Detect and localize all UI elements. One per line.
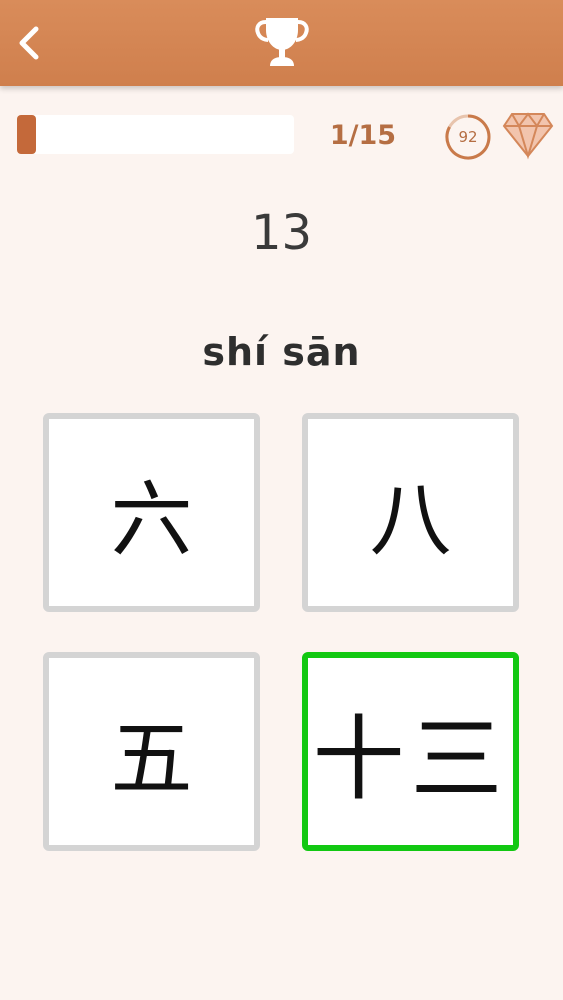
back-button[interactable] <box>8 18 48 68</box>
answer-option-label: 十三 <box>312 706 509 813</box>
progress-bar <box>17 115 294 154</box>
diamond-icon <box>502 112 554 160</box>
pinyin-prompt: shí sān <box>202 330 361 374</box>
answer-option-3[interactable]: 五 <box>43 652 260 851</box>
chevron-left-icon <box>19 26 39 60</box>
progress-fill <box>17 115 36 154</box>
answer-option-label: 五 <box>110 712 193 807</box>
answer-option-4[interactable]: 十三 <box>302 652 519 851</box>
top-bar <box>0 0 563 86</box>
question-counter: 1/15 <box>329 120 397 151</box>
timer: 92 <box>443 112 493 162</box>
timer-value: 92 <box>458 128 478 146</box>
answer-option-1[interactable]: 六 <box>43 413 260 612</box>
answer-option-label: 八 <box>369 473 452 568</box>
answer-option-2[interactable]: 八 <box>302 413 519 612</box>
answer-option-label: 六 <box>110 473 193 568</box>
question-number: 13 <box>250 205 313 261</box>
trophy-icon[interactable] <box>254 12 310 72</box>
